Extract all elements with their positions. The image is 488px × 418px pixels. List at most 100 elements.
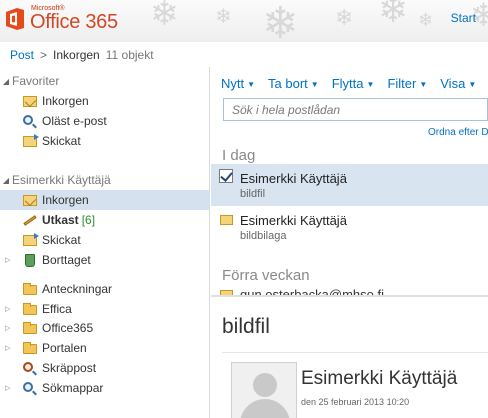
reading-pane-date: den 25 februari 2013 10:20: [301, 397, 410, 407]
message-row[interactable]: Esimerkki Käyttäjä bildfil: [211, 164, 488, 206]
collapse-triangle-icon[interactable]: ◢: [0, 176, 12, 185]
collapse-triangle-icon[interactable]: ◢: [0, 77, 12, 86]
nav-item-label: Sökmappar: [42, 381, 104, 395]
drafts-icon: [22, 213, 38, 227]
search-folder-icon: [22, 114, 38, 128]
message-subject: bildbilaga: [240, 230, 287, 242]
folder-item-portalen[interactable]: ▷ Portalen: [0, 338, 210, 358]
nav-item-label: Skickat: [42, 233, 81, 247]
snowflake-decoration-icon: ❄: [418, 10, 434, 31]
nav-item-label: Anteckningar: [42, 282, 113, 296]
message-sender-partial[interactable]: gun.osterbacka@mhso.fi: [240, 287, 384, 295]
inbox-icon: [22, 94, 38, 108]
view-button[interactable]: Visa ▼: [440, 76, 476, 91]
breadcrumb: Post > Inkorgen 11 objekt: [0, 42, 488, 67]
breadcrumb-post-link[interactable]: Post: [10, 48, 34, 62]
filter-button[interactable]: Filter ▼: [387, 76, 427, 91]
chevron-down-icon: ▼: [310, 79, 319, 89]
expand-triangle-icon[interactable]: ▷: [5, 324, 10, 332]
expand-triangle-icon[interactable]: ▷: [5, 256, 10, 264]
junk-icon: [22, 361, 38, 375]
nav-item-label: Skickat: [42, 134, 81, 148]
office-logo-icon: [6, 7, 24, 30]
nav-item-label: Effica: [42, 302, 72, 316]
snowflake-decoration-icon: ❄: [335, 6, 354, 31]
folder-item-effica[interactable]: ▷ Effica: [0, 299, 210, 319]
snowflake-decoration-icon: ❄: [150, 0, 179, 34]
mailbox-section-header[interactable]: ◢ Esimerkki Käyttäjä: [0, 170, 210, 190]
search-input[interactable]: [232, 102, 487, 117]
reading-pane: bildfil Esimerkki Käyttäjä den 25 februa…: [211, 298, 488, 418]
inbox-icon: [22, 193, 38, 207]
folder-icon: [22, 282, 38, 296]
message-list: I dag Esimerkki Käyttäjä bildfil Esimerk…: [211, 142, 488, 297]
view-button-label: Visa: [440, 75, 466, 91]
filter-button-label: Filter: [387, 75, 417, 91]
mailbox-search: [223, 98, 488, 121]
new-button[interactable]: Nytt ▼: [221, 76, 255, 91]
folder-item-utkast[interactable]: Utkast [6]: [0, 210, 210, 230]
mail-toolbar: Nytt ▼ Ta bort ▼ Flytta ▼ Filter ▼ Visa ▼: [221, 74, 488, 92]
folder-item-sokmappar[interactable]: ▷ Sökmappar: [0, 378, 210, 398]
folder-navigation: ◢ Favoriter Inkorgen Oläst e-post Skicka…: [0, 67, 210, 418]
snowflake-decoration-icon: ❄: [215, 4, 232, 28]
breadcrumb-current-folder: Inkorgen: [53, 47, 100, 62]
expand-triangle-icon[interactable]: ▷: [5, 384, 10, 392]
person-silhouette-body: [240, 399, 290, 418]
office365-logo[interactable]: Microsoft® Office 365: [4, 5, 118, 32]
reading-pane-sender[interactable]: Esimerkki Käyttäjä: [301, 368, 457, 390]
folder-icon: [22, 302, 38, 316]
folder-icon: [22, 321, 38, 335]
nav-item-label: Borttaget: [42, 253, 91, 267]
trash-icon: [22, 253, 38, 267]
snowflake-decoration-icon: ❄: [378, 0, 409, 31]
favorites-item-skickat[interactable]: Skickat: [0, 131, 210, 151]
move-button[interactable]: Flytta ▼: [332, 76, 375, 91]
expand-triangle-icon[interactable]: ▷: [5, 344, 10, 352]
folder-item-skrappost[interactable]: Skräppost: [0, 358, 210, 378]
person-silhouette-icon: [253, 373, 277, 397]
delete-button-label: Ta bort: [268, 75, 308, 91]
move-button-label: Flytta: [331, 75, 364, 91]
nav-item-label: Skräppost: [42, 361, 97, 375]
expand-triangle-icon[interactable]: ▷: [5, 305, 10, 313]
item-count: 11 objekt: [105, 47, 154, 62]
mailbox-title: Esimerkki Käyttäjä: [12, 173, 111, 187]
folder-item-borttaget[interactable]: ▷ Borttaget: [0, 250, 210, 270]
reading-pane-divider: [222, 352, 488, 353]
chevron-down-icon: ▼: [468, 79, 477, 89]
folder-icon: [22, 341, 38, 355]
sent-icon: [22, 134, 39, 148]
message-sender: Esimerkki Käyttäjä: [240, 171, 347, 186]
message-checkbox[interactable]: [219, 169, 233, 183]
folder-item-skickat[interactable]: Skickat: [0, 230, 210, 250]
favorites-item-inkorgen[interactable]: Inkorgen: [0, 91, 210, 111]
message-row[interactable]: Esimerkki Käyttäjä bildbilaga: [211, 206, 488, 248]
snowflake-decoration-icon: ❄: [262, 0, 299, 42]
delete-button[interactable]: Ta bort ▼: [268, 76, 319, 91]
nav-item-label: Office365: [42, 321, 94, 335]
nav-item-label: Oläst e-post: [42, 114, 107, 128]
folder-item-inkorgen[interactable]: Inkorgen: [0, 190, 210, 210]
new-button-label: Nytt: [221, 75, 245, 91]
nav-item-label: Inkorgen: [42, 193, 89, 207]
favorites-section-header[interactable]: ◢ Favoriter: [0, 71, 210, 91]
start-link[interactable]: Start: [451, 11, 476, 25]
sent-icon: [22, 233, 39, 247]
search-folders-icon: [22, 381, 38, 395]
envelope-icon: [220, 290, 233, 295]
app-header: ❄ ❄ ❄ ❄ ❄ ❄ ❄ Microsoft® Office 365 Star…: [0, 0, 488, 42]
group-header-today: I dag: [222, 147, 256, 164]
sort-by-link[interactable]: Ordna efter D: [428, 127, 488, 138]
folder-item-anteckningar[interactable]: Anteckningar: [0, 279, 210, 299]
unread-count: [6]: [81, 213, 96, 227]
read-envelope-icon: [220, 215, 233, 225]
folder-item-office365[interactable]: ▷ Office365: [0, 318, 210, 338]
sender-avatar: [231, 362, 297, 418]
favorites-item-olast[interactable]: Oläst e-post: [0, 111, 210, 131]
reading-pane-subject: bildfil: [222, 315, 270, 338]
breadcrumb-separator: >: [40, 47, 48, 62]
brand-name: Office 365: [30, 11, 118, 33]
nav-item-label: Utkast: [42, 213, 79, 227]
chevron-down-icon: ▼: [247, 79, 256, 89]
